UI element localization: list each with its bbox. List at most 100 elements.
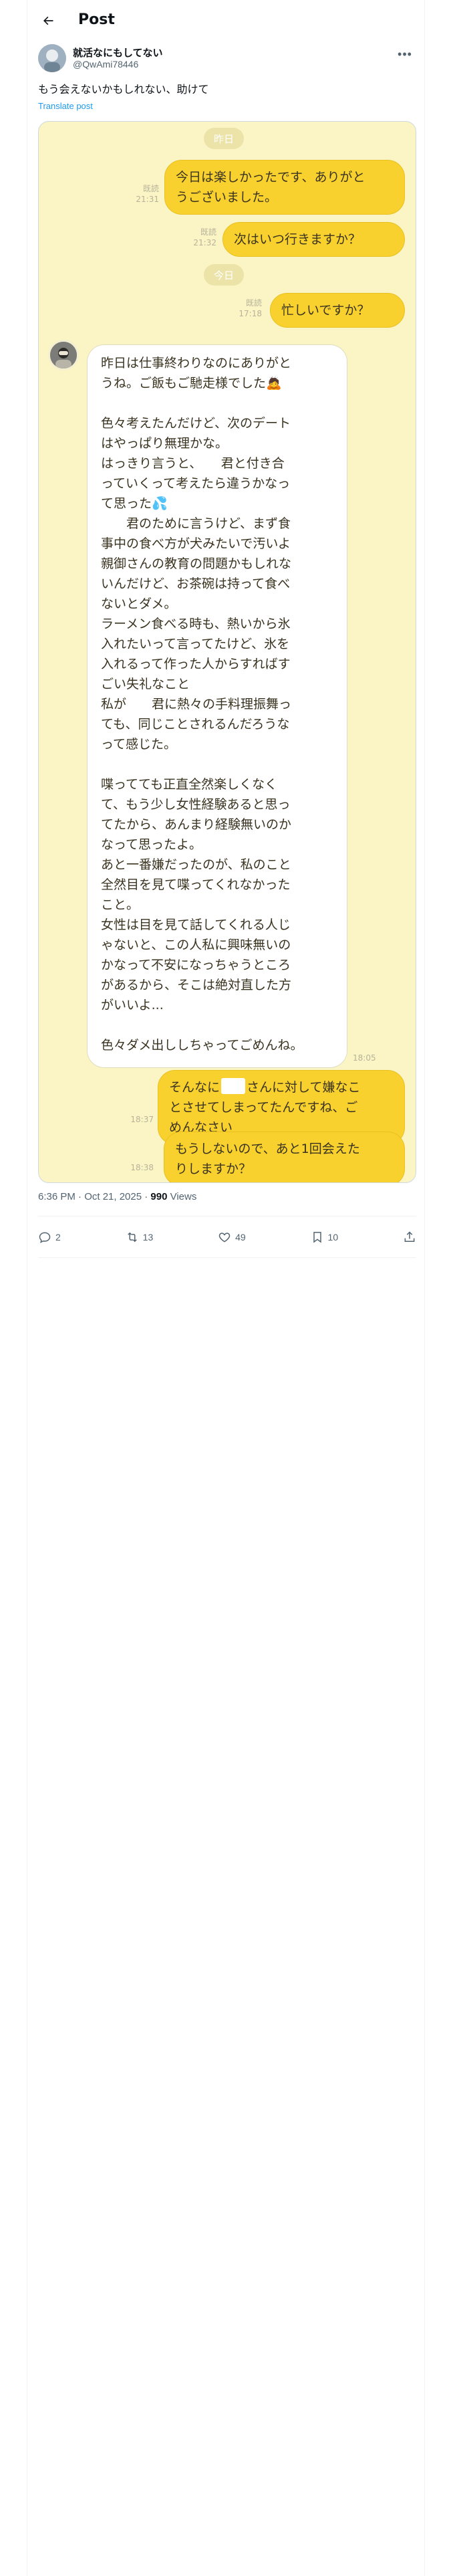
post-time[interactable]: 6:36 PM · Oct 21, 2025 ·	[38, 1191, 150, 1202]
message-line: て思った💦	[101, 496, 168, 511]
message-line: こと。	[101, 897, 140, 912]
read-receipt: 既読	[200, 227, 216, 237]
message-line: 君のために言うけど、まず食	[101, 516, 291, 531]
views-label: Views	[167, 1191, 197, 1202]
outgoing-message-bubble: 忙しいですか？	[270, 293, 405, 328]
message-line: なって思ったよ。	[101, 837, 202, 852]
message-text: そんなに	[169, 1080, 220, 1095]
author-handle[interactable]: @QwAmi78446	[73, 59, 138, 70]
post-timestamp: 6:36 PM · Oct 21, 2025 · 990 Views	[38, 1191, 196, 1202]
message-line: っていくって考えたら違うかなっ	[101, 476, 291, 491]
like-button[interactable]: 49	[218, 1230, 246, 1244]
message-meta: 既読 17:18	[222, 298, 262, 319]
message-line: あと一番嫌だったのが、私のこと	[101, 857, 291, 872]
post-media-image[interactable]: 昨日 既読 21:31 今日は楽しかったです、ありがと うございました。 既読 …	[38, 121, 416, 1183]
message-line: って感じた。	[101, 737, 177, 752]
message-line: 忙しいですか？	[281, 303, 370, 318]
message-line: いんだけど、お茶碗は持って食べ	[101, 576, 291, 591]
message-meta: 既読 21:32	[176, 227, 216, 248]
message-time: 18:37	[130, 1115, 154, 1124]
avatar-image	[38, 44, 66, 72]
top-bar: Post	[27, 0, 424, 40]
message-line: 次はいつ行きますか？	[234, 232, 361, 247]
message-time: 18:38	[130, 1163, 154, 1172]
message-line: ラーメン食べる時も、熱いから氷	[101, 617, 291, 631]
message-line: ないとダメ。	[101, 597, 177, 611]
back-button[interactable]	[37, 9, 59, 32]
date-chip-yesterday: 昨日	[204, 128, 244, 149]
message-text: さんに対して嫌なこ	[247, 1080, 361, 1095]
translate-post-link[interactable]: Translate post	[38, 101, 93, 111]
reply-icon	[39, 1232, 51, 1243]
message-line: かなって不安になっちゃうところ	[101, 958, 291, 972]
action-bar: 2 13 49 10	[38, 1225, 416, 1249]
message-meta: 既読 21:31	[119, 183, 159, 205]
more-horizontal-icon: •••	[398, 47, 412, 61]
like-count: 49	[235, 1232, 246, 1243]
author-avatar[interactable]	[38, 44, 66, 72]
message-line: そんなに さんに対して嫌なこ	[169, 1077, 394, 1097]
message-line: りしますか？	[175, 1162, 252, 1176]
message-line: がいいよ...	[101, 998, 164, 1012]
repost-count: 13	[142, 1232, 154, 1243]
message-line: はやっぱり無理かな。	[101, 436, 229, 451]
author-name[interactable]: 就活なにもしてない	[73, 45, 163, 60]
read-receipt: 既読	[245, 298, 262, 308]
message-time: 18:05	[353, 1053, 376, 1063]
message-line: があるから、そこは絶対直した方	[101, 978, 292, 992]
divider	[38, 1257, 416, 1258]
outgoing-message-bubble: 今日は楽しかったです、ありがと うございました。	[164, 160, 405, 215]
repost-icon	[127, 1232, 137, 1243]
repost-button[interactable]: 13	[126, 1230, 154, 1244]
avatar-image	[50, 342, 77, 368]
post-text: もう会えないかもしれない、助けて	[38, 83, 209, 96]
bookmark-count: 10	[327, 1232, 339, 1243]
message-line: もうしないので、あと1回会えた	[175, 1142, 360, 1156]
message-line: うございました。	[176, 190, 278, 205]
post-column: Post 就活なにもしてない @QwAmi78446 ••• もう会えないかもし…	[27, 0, 425, 2576]
message-line: うね。ご飯もご馳走様でした🙇	[101, 376, 282, 391]
message-line: ても、同じことされるんだろうな	[101, 717, 290, 732]
message-line: 喋ってても正直全然楽しくなく	[101, 777, 278, 792]
redacted-name	[221, 1078, 246, 1094]
message-line: 親御さんの教育の問題かもしれな	[101, 556, 292, 571]
message-line	[101, 393, 333, 413]
bookmark-icon	[313, 1232, 321, 1243]
message-line: て、もう少し女性経験あると思っ	[101, 797, 291, 812]
views-count: 990	[150, 1191, 168, 1202]
message-line: ゃないと、この人私に興味無いの	[101, 938, 291, 952]
message-time: 17:18	[239, 309, 262, 318]
message-time: 21:32	[193, 238, 216, 247]
message-line: 入れたいって言ってたけど、氷を	[101, 637, 290, 651]
outgoing-message-bubble: もうしないので、あと1回会えた りしますか？	[164, 1132, 405, 1182]
date-chip-today: 今日	[204, 264, 244, 286]
message-line: てたから、あんまり経験無いのか	[101, 817, 292, 832]
incoming-message-bubble: 昨日は仕事終わりなのにありがと うね。ご飯もご馳走様でした🙇 色々考えたんだけど、次…	[87, 344, 347, 1068]
message-line	[101, 1015, 333, 1035]
page-title: Post	[78, 11, 115, 28]
message-line: ごい失礼なこと	[101, 677, 190, 691]
outgoing-message-bubble: 次はいつ行きますか？	[222, 222, 405, 257]
message-line: 色々考えたんだけど、次のデート	[101, 416, 291, 431]
message-line: 入れるって作った人からすればす	[101, 657, 291, 671]
message-line: とさせてしまってたんですね、ご	[169, 1100, 358, 1115]
message-line: 私が 君に熱々の手料理振舞っ	[101, 697, 292, 712]
message-line: はっきり言うと、 君と付き合	[101, 456, 285, 471]
message-line: 事中の食べ方が犬みたいで汚いよ	[101, 536, 291, 551]
bookmark-button[interactable]: 10	[311, 1230, 339, 1244]
share-icon	[404, 1231, 415, 1242]
message-line: 全然目を見て喋ってくれなかった	[101, 877, 291, 892]
more-options-button[interactable]: •••	[395, 44, 415, 64]
reply-button[interactable]: 2	[38, 1230, 61, 1244]
share-button[interactable]	[403, 1230, 416, 1244]
message-time: 21:31	[136, 195, 159, 204]
reply-count: 2	[55, 1232, 61, 1243]
friend-avatar	[48, 340, 79, 370]
arrow-left-icon	[43, 16, 53, 25]
heart-icon	[218, 1232, 231, 1243]
message-line: 色々ダメ出ししちゃってごめんね。	[101, 1038, 303, 1053]
message-line: 昨日は仕事終わりなのにありがと	[101, 356, 292, 370]
read-receipt: 既読	[142, 184, 159, 193]
message-line: 女性は目を見て話してくれる人じ	[101, 918, 291, 932]
message-line: 今日は楽しかったです、ありがと	[176, 170, 365, 185]
